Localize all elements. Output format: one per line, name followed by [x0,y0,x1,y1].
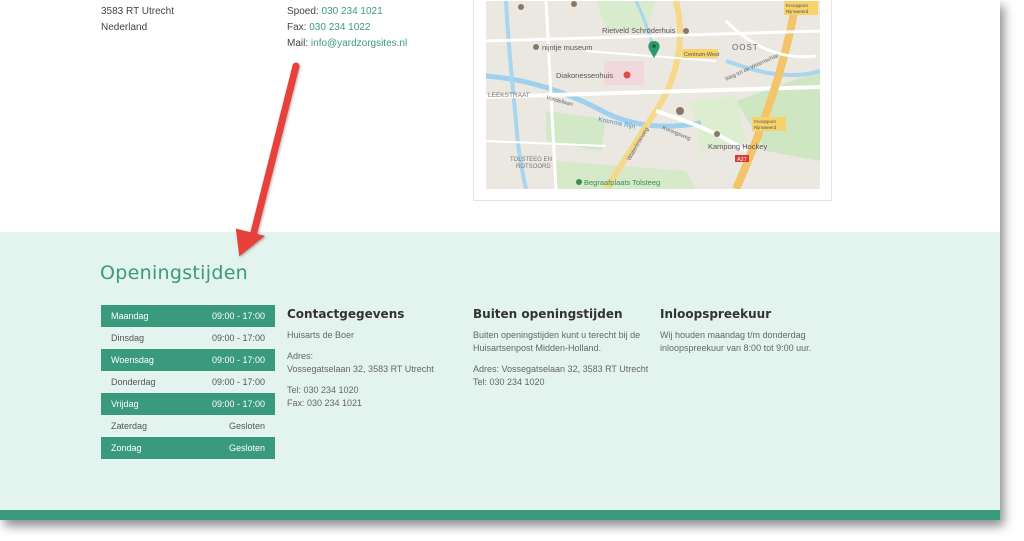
hours-time: 09:00 - 17:00 [211,355,265,365]
page: 3583 RT Utrecht Nederland Spoed: 030 234… [0,0,1000,520]
hours-row-maandag: Maandag 09:00 - 17:00 [101,305,275,327]
location-marker-dot [652,44,656,48]
top-section: 3583 RT Utrecht Nederland Spoed: 030 234… [0,0,1000,232]
hours-day: Woensdag [111,355,154,365]
contact-block-top: Spoed: 030 234 1021 Fax: 030 234 1022 Ma… [287,4,407,52]
contact-address: Adres: Vossegatselaan 32, 3583 RT Utrech… [287,350,462,376]
contact-tel: Tel: 030 234 1020 [287,385,359,395]
label-knooppunt-2: Knooppunt [754,119,777,124]
label-knooppunt-2b: Rijnsweerd [754,125,777,130]
rietveld-icon [683,28,689,34]
footer-title: Openingstijden [100,262,249,284]
poi-icon-1 [676,107,684,115]
hospital-icon [623,71,631,79]
museum-icon [533,44,539,50]
hours-day: Vrijdag [111,399,139,409]
after-hours-tel: Tel: 030 234 1020 [473,377,545,387]
label-tolsteeg: TOLSTEEG EN [510,157,552,163]
contact-name: Huisarts de Boer [287,330,355,340]
contact-heading: Contactgegevens [287,307,405,321]
label-rotsoord: ROTSOORD [516,164,551,170]
mail-line: Mail: info@yardzorgsites.nl [287,36,407,52]
map-frame: Rietveld Schröderhuis nijntje museum OOS… [473,0,832,201]
contact-address-label: Adres: [287,351,314,361]
hours-day: Zondag [111,443,142,453]
poi-icon-4 [518,4,524,10]
map-canvas[interactable]: Rietveld Schröderhuis nijntje museum OOS… [486,1,820,189]
walk-in-heading: Inloopspreekuur [660,307,772,321]
opening-hours-table: Maandag 09:00 - 17:00 Dinsdag 09:00 - 17… [101,305,275,459]
after-hours-contact: Adres: Vossegatselaan 32, 3583 RT Utrech… [473,363,651,389]
hours-day: Maandag [111,311,149,321]
label-centrum-west: Centrum-West [684,52,720,58]
poi-icon-2 [714,131,720,137]
fax-phone-link[interactable]: 030 234 1022 [309,22,370,33]
poi-icon-3 [571,1,577,7]
hours-day: Dinsdag [111,333,145,343]
hours-row-zaterdag: Zaterdag Gesloten [101,415,275,437]
label-begraafplaats: Begraafplaats Tolsteeg [584,178,660,187]
hours-day: Donderdag [111,377,156,387]
hours-row-dinsdag: Dinsdag 09:00 - 17:00 [101,327,275,349]
hours-day: Zaterdag [111,421,148,431]
label-leekstraat: LEEKSTRAAT [488,92,530,99]
hours-row-zondag: Zondag Gesloten [101,437,275,459]
footer: Openingstijden Maandag 09:00 - 17:00 Din… [0,232,1000,510]
after-hours-column: Buiten openingstijden Buiten openingstij… [473,308,651,397]
mail-link[interactable]: info@yardzorgsites.nl [311,38,407,49]
map[interactable]: Rietveld Schröderhuis nijntje museum OOS… [486,1,820,189]
label-kampong: Kampong Hockey [708,142,767,151]
contact-column: Contactgegevens Huisarts de Boer Adres: … [287,308,462,418]
footer-bottom-bar [0,510,1000,520]
hours-time: 09:00 - 17:00 [211,399,265,409]
walk-in-column: Inloopspreekuur Wij houden maandag t/m d… [660,308,830,363]
hours-time: 09:00 - 17:00 [211,333,265,343]
hours-time: Gesloten [228,421,265,431]
label-knooppunt-1b: Rijnsweerd [786,9,809,14]
address-line-2: Nederland [101,22,148,33]
label-diakonessenhuis: Diakonessenhuis [556,71,613,80]
label-nijntje: nijntje museum [542,43,592,52]
label-rietveld: Rietveld Schröderhuis [602,26,676,35]
label-oost: OOST [732,43,759,52]
after-hours-address: Adres: Vossegatselaan 32, 3583 RT Utrech… [473,364,649,374]
mail-label: Mail: [287,38,309,49]
spoed-phone-link[interactable]: 030 234 1021 [321,6,382,17]
label-a27: A27 [737,157,747,163]
contact-address-value: Vossegatselaan 32, 3583 RT Utrecht [287,364,434,374]
cemetery-icon [576,179,582,185]
contact-fax: Fax: 030 234 1021 [287,398,363,408]
after-hours-heading: Buiten openingstijden [473,307,623,321]
spoed-line: Spoed: 030 234 1021 [287,4,407,20]
hours-row-vrijdag: Vrijdag 09:00 - 17:00 [101,393,275,415]
hours-row-woensdag: Woensdag 09:00 - 17:00 [101,349,275,371]
hours-time: 09:00 - 17:00 [211,311,265,321]
hours-row-donderdag: Donderdag 09:00 - 17:00 [101,371,275,393]
fax-label: Fax: [287,22,307,33]
hours-time: Gesloten [228,443,265,453]
address-block: 3583 RT Utrecht Nederland [101,4,174,36]
address-line-1: 3583 RT Utrecht [101,6,175,17]
contact-phones: Tel: 030 234 1020 Fax: 030 234 1021 [287,384,462,410]
hours-time: 09:00 - 17:00 [211,377,265,387]
fax-line: Fax: 030 234 1022 [287,20,407,36]
spoed-label: Spoed: [287,6,319,17]
after-hours-text: Buiten openingstijden kunt u terecht bij… [473,330,641,353]
label-knooppunt-1: Knooppunt [786,3,809,8]
walk-in-text: Wij houden maandag t/m donderdag inloops… [660,330,812,353]
